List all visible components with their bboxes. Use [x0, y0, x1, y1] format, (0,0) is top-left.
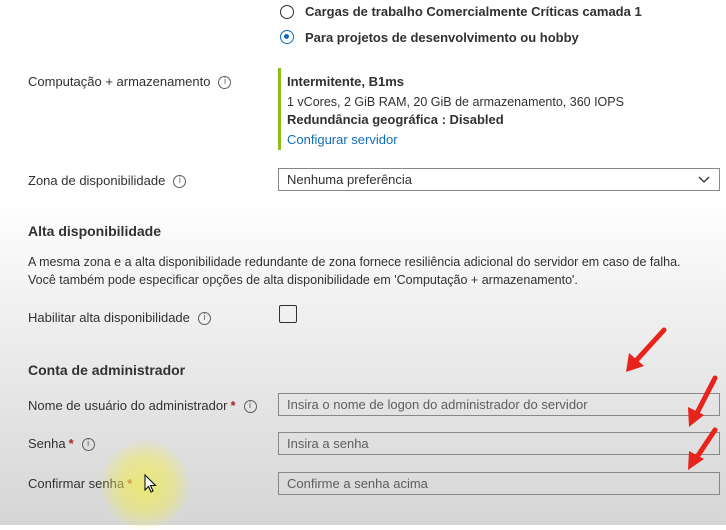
- info-icon[interactable]: i: [173, 175, 187, 189]
- radio-tier1-label: Cargas de trabalho Comercialmente Crític…: [305, 4, 642, 19]
- compute-tier-title: Intermitente, B1ms: [287, 74, 405, 89]
- red-arrow-icon: [626, 327, 667, 372]
- required-marker: *: [230, 398, 236, 413]
- enable-ha-label: Habilitar alta disponibilidade i: [28, 310, 211, 326]
- radio-tier1[interactable]: [280, 5, 294, 19]
- admin-username-label: Nome de usuário do administrador * i: [28, 398, 257, 414]
- high-availability-title: Alta disponibilidade: [28, 223, 162, 239]
- high-availability-desc-2: Você também pode especificar opções de a…: [28, 273, 578, 287]
- high-availability-desc-1: A mesma zona e a alta disponibilidade re…: [28, 255, 681, 269]
- admin-account-title: Conta de administrador: [28, 362, 186, 378]
- admin-username-input[interactable]: [278, 393, 720, 416]
- red-arrow-icon: [688, 375, 718, 427]
- radio-dev-hobby-label: Para projetos de desenvolvimento ou hobb…: [305, 30, 579, 45]
- compute-spec: 1 vCores, 2 GiB RAM, 20 GiB de armazenam…: [287, 95, 624, 109]
- info-icon[interactable]: i: [197, 312, 211, 326]
- compute-accent-bar: [278, 68, 281, 150]
- password-label: Senha * i: [28, 436, 95, 452]
- info-icon[interactable]: i: [81, 438, 95, 452]
- availability-zone-select[interactable]: Nenhuma preferência: [278, 168, 720, 191]
- availability-zone-value: Nenhuma preferência: [287, 172, 413, 187]
- required-marker: *: [68, 436, 74, 451]
- configure-server-link[interactable]: Configurar servidor: [287, 132, 398, 147]
- mouse-cursor-icon: [144, 474, 157, 493]
- geo-redundancy: Redundância geográfica : Disabled: [287, 112, 504, 127]
- enable-ha-checkbox[interactable]: [279, 305, 297, 323]
- info-icon[interactable]: i: [243, 400, 257, 414]
- info-icon[interactable]: i: [218, 76, 232, 90]
- availability-zone-label: Zona de disponibilidade i: [28, 173, 187, 189]
- chevron-down-icon: [698, 176, 710, 183]
- confirm-password-input[interactable]: [278, 472, 720, 495]
- password-input[interactable]: [278, 432, 720, 455]
- compute-label: Computação + armazenamento i: [28, 74, 232, 90]
- red-arrow-icon: [688, 427, 718, 470]
- radio-dev-hobby[interactable]: [280, 30, 294, 44]
